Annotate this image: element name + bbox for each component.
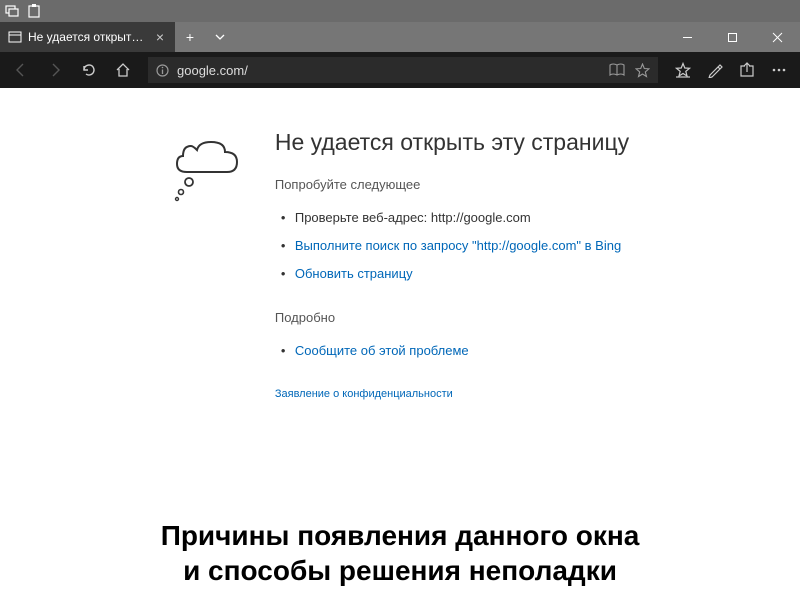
browser-tab[interactable]: Не удается открыть эту × [0, 22, 175, 52]
page-content: Не удается открыть эту страницу Попробуй… [0, 88, 800, 400]
favorite-icon[interactable] [635, 63, 650, 78]
tab-bar: Не удается открыть эту × + [0, 22, 800, 52]
tab-dropdown-button[interactable] [205, 22, 235, 52]
tab-close-button[interactable]: × [153, 29, 167, 45]
error-title: Не удается открыть эту страницу [275, 128, 629, 157]
address-bar[interactable]: google.com/ [148, 57, 658, 83]
caption-line-2: и способы решения неполадки [20, 553, 780, 588]
taskbar-clipboard-icon [26, 3, 42, 19]
home-button[interactable] [108, 55, 138, 85]
more-button[interactable] [764, 55, 794, 85]
minimize-button[interactable] [665, 22, 710, 52]
details-label: Подробно [275, 310, 629, 325]
url-text: google.com/ [177, 63, 601, 78]
suggestion-refresh: Обновить страницу [281, 260, 629, 288]
system-taskbar [0, 0, 800, 22]
overlay-caption: Причины появления данного окна и способы… [0, 518, 800, 588]
taskbar-app-icon [4, 3, 20, 19]
reading-view-icon[interactable] [609, 63, 625, 78]
new-tab-button[interactable]: + [175, 22, 205, 52]
suggestion-check-address: Проверьте веб-адрес: http://google.com [281, 204, 629, 232]
suggestion-search-bing: Выполните поиск по запросу "http://googl… [281, 232, 629, 260]
caption-line-1: Причины появления данного окна [20, 518, 780, 553]
notes-button[interactable] [700, 55, 730, 85]
try-label: Попробуйте следующее [275, 177, 629, 192]
site-info-icon[interactable] [156, 64, 169, 77]
privacy-link[interactable]: Заявление о конфиденциальности [275, 388, 629, 400]
close-window-button[interactable] [755, 22, 800, 52]
forward-button[interactable] [40, 55, 70, 85]
maximize-button[interactable] [710, 22, 755, 52]
suggestion-report: Сообщите об этой проблеме [281, 337, 629, 365]
tab-favicon [8, 30, 22, 44]
report-link[interactable]: Сообщите об этой проблеме [295, 343, 469, 358]
search-bing-link[interactable]: Выполните поиск по запросу "http://googl… [295, 238, 621, 253]
share-button[interactable] [732, 55, 762, 85]
error-cloud-icon [171, 128, 251, 400]
refresh-button[interactable] [74, 55, 104, 85]
browser-toolbar: google.com/ [0, 52, 800, 88]
refresh-link[interactable]: Обновить страницу [295, 266, 413, 281]
window-controls [665, 22, 800, 52]
favorites-button[interactable] [668, 55, 698, 85]
tab-title: Не удается открыть эту [28, 30, 147, 44]
back-button[interactable] [6, 55, 36, 85]
